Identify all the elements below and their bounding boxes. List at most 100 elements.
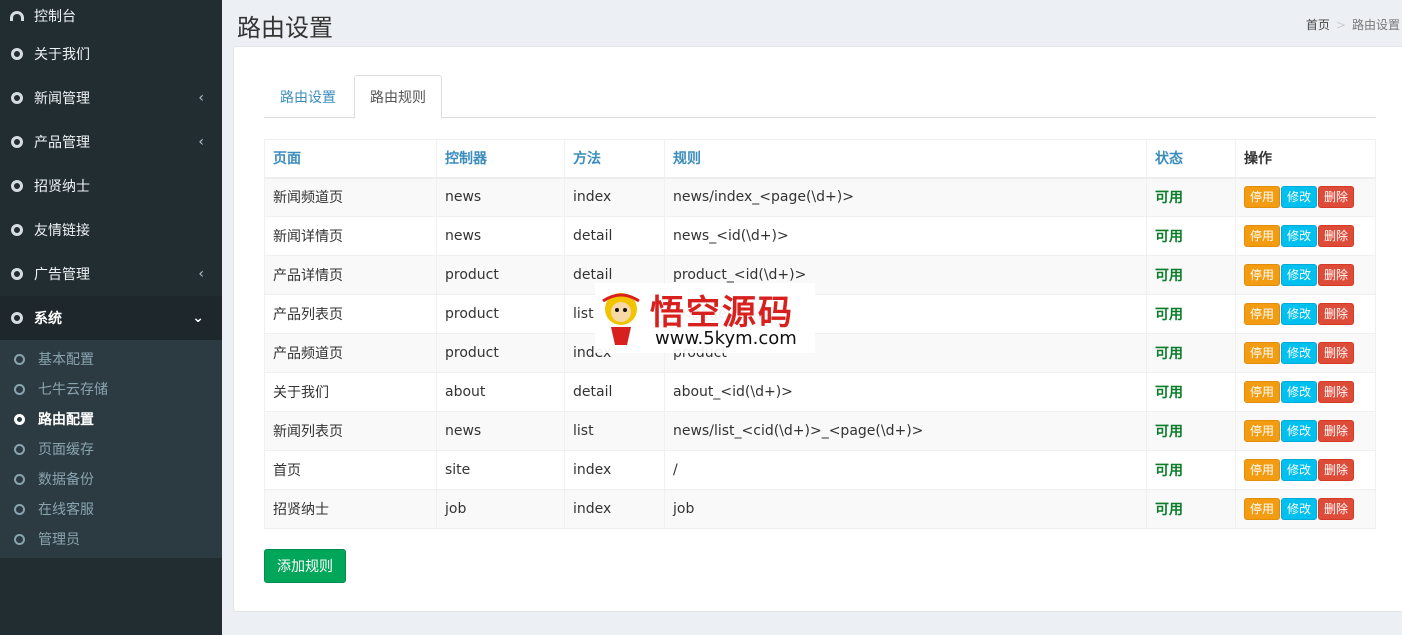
- cell-actions: 停用 修改 删除: [1235, 255, 1376, 295]
- circle-icon: [12, 442, 26, 456]
- cell-rule: news/list_<cid(\d+)>_<page(\d+)>: [664, 411, 1147, 451]
- sidebar-item-system[interactable]: 系统 ⌄: [0, 296, 222, 340]
- table-row: 新闻频道页 news index news/index_<page(\d+)> 可用 停用…: [264, 177, 1376, 217]
- disable-button[interactable]: 停用: [1244, 186, 1281, 209]
- watermark: 悟空源码 www.5kym.com: [595, 283, 815, 353]
- cell-controller: job: [436, 489, 565, 529]
- sub-item-label: 在线客服: [38, 502, 94, 518]
- delete-button[interactable]: 删除: [1318, 303, 1355, 325]
- sub-item-label: 数据备份: [38, 472, 94, 488]
- content-header: 路由设置 首页 > 路由设置: [222, 0, 1402, 46]
- sub-item-qiniu[interactable]: 七牛云存储: [0, 374, 222, 404]
- sub-item-route-config[interactable]: 路由配置: [0, 404, 222, 434]
- sidebar-item-news[interactable]: 新闻管理 ‹: [0, 76, 222, 120]
- table-row: 产品列表页productlist_<page(\d+)>可用停用修改删除: [264, 294, 1376, 334]
- edit-button[interactable]: 修改: [1281, 303, 1318, 325]
- edit-button[interactable]: 修改: [1281, 342, 1318, 364]
- delete-button[interactable]: 删除: [1318, 264, 1355, 286]
- delete-button[interactable]: 删除: [1318, 342, 1355, 364]
- column-header-actions: 操作: [1235, 139, 1376, 179]
- sidebar-item-links[interactable]: 友情链接: [0, 208, 222, 252]
- edit-button[interactable]: 修改: [1281, 498, 1318, 520]
- delete-button[interactable]: 删除: [1318, 381, 1355, 403]
- disable-button[interactable]: 停用: [1244, 381, 1281, 403]
- disable-button[interactable]: 停用: [1244, 225, 1281, 247]
- sidebar-item-about[interactable]: 关于我们: [0, 32, 222, 76]
- table-row: 新闻列表页 news list news/list_<cid(\d+)>_<page(…: [264, 411, 1376, 451]
- sub-item-label: 路由配置: [38, 412, 94, 428]
- sub-item-page-cache[interactable]: 页面缓存: [0, 434, 222, 464]
- sidebar-item-label: 系统: [34, 311, 62, 327]
- cell-actions: 停用 修改 删除: [1235, 333, 1376, 373]
- sub-item-label: 基本配置: [38, 352, 94, 368]
- edit-button[interactable]: 修改: [1281, 186, 1318, 209]
- edit-button[interactable]: 修改: [1281, 225, 1318, 247]
- cell-method: detail: [564, 216, 665, 256]
- sub-item-basic-config[interactable]: 基本配置: [0, 344, 222, 374]
- cell-status: 可用: [1146, 255, 1236, 295]
- sub-item-label: 管理员: [38, 532, 80, 548]
- sidebar-item-products[interactable]: 产品管理 ‹: [0, 120, 222, 164]
- monkey-logo-icon: [602, 293, 640, 345]
- sidebar-item-label: 控制台: [34, 9, 76, 25]
- sidebar-item-label: 招贤纳士: [34, 179, 90, 195]
- edit-button[interactable]: 修改: [1281, 420, 1318, 442]
- cell-page: 新闻列表页: [264, 411, 437, 451]
- sidebar-item-jobs[interactable]: 招贤纳士: [0, 164, 222, 208]
- cell-status: 可用: [1146, 450, 1236, 490]
- edit-button[interactable]: 修改: [1281, 381, 1318, 403]
- tab-route-rules[interactable]: 路由规则: [354, 75, 442, 119]
- cell-status: 可用: [1146, 489, 1236, 529]
- column-header-rule[interactable]: 规则: [664, 139, 1147, 179]
- disable-button[interactable]: 停用: [1244, 420, 1281, 442]
- watermark-title: 悟空源码: [650, 293, 794, 333]
- sub-item-backup[interactable]: 数据备份: [0, 464, 222, 494]
- sidebar: 控制台 关于我们 新闻管理 ‹ 产品管理 ‹ 招贤纳士 友情链接 广告管理 ‹ …: [0, 0, 222, 635]
- sidebar-item-label: 产品管理: [34, 135, 90, 151]
- circle-icon: [10, 91, 24, 105]
- circle-icon: [12, 472, 26, 486]
- disable-button[interactable]: 停用: [1244, 264, 1281, 286]
- disable-button[interactable]: 停用: [1244, 459, 1281, 481]
- column-header-status[interactable]: 状态: [1146, 139, 1236, 179]
- disable-button[interactable]: 停用: [1244, 498, 1281, 520]
- circle-icon: [10, 135, 24, 149]
- disable-button[interactable]: 停用: [1244, 342, 1281, 364]
- edit-button[interactable]: 修改: [1281, 459, 1318, 481]
- column-header-page[interactable]: 页面: [264, 139, 437, 179]
- table-header-row: 页面 控制器 方法 规则 状态 操作: [264, 139, 1376, 179]
- sidebar-item-label: 友情链接: [34, 223, 90, 239]
- sub-item-label: 七牛云存储: [38, 382, 108, 398]
- cell-controller: product: [436, 333, 565, 373]
- delete-button[interactable]: 删除: [1318, 498, 1355, 520]
- delete-button[interactable]: 删除: [1318, 225, 1355, 247]
- add-rule-button[interactable]: 添加规则: [264, 549, 346, 583]
- cell-page: 首页: [264, 450, 437, 490]
- cell-actions: 停用 修改 删除: [1235, 294, 1376, 334]
- cell-rule: news/index_<page(\d+)>: [664, 177, 1147, 217]
- delete-button[interactable]: 删除: [1318, 459, 1355, 481]
- cell-actions: 停用 修改 删除: [1235, 216, 1376, 256]
- tab-route-settings[interactable]: 路由设置: [264, 75, 352, 118]
- cell-rule: /: [664, 450, 1147, 490]
- chevron-down-icon: ⌄: [192, 310, 204, 326]
- delete-button[interactable]: 删除: [1318, 186, 1355, 209]
- sidebar-item-dashboard[interactable]: 控制台: [0, 0, 222, 32]
- cell-controller: product: [436, 255, 565, 295]
- column-header-controller[interactable]: 控制器: [436, 139, 565, 179]
- sidebar-item-ads[interactable]: 广告管理 ‹: [0, 252, 222, 296]
- table-row: 首页 site index / 可用 停用 修改 删除: [264, 450, 1376, 490]
- sub-item-admin[interactable]: 管理员: [0, 524, 222, 554]
- cell-method: index: [564, 177, 665, 217]
- delete-button[interactable]: 删除: [1318, 420, 1355, 442]
- cell-page: 产品详情页: [264, 255, 437, 295]
- circle-icon: [10, 179, 24, 193]
- breadcrumb-home[interactable]: 首页: [1306, 18, 1330, 32]
- sidebar-item-label: 关于我们: [34, 47, 90, 63]
- disable-button[interactable]: 停用: [1244, 303, 1281, 325]
- cell-actions: 停用 修改 删除: [1235, 450, 1376, 490]
- sub-item-online-service[interactable]: 在线客服: [0, 494, 222, 524]
- edit-button[interactable]: 修改: [1281, 264, 1318, 286]
- cell-page: 产品列表页: [264, 294, 437, 334]
- column-header-method[interactable]: 方法: [564, 139, 665, 179]
